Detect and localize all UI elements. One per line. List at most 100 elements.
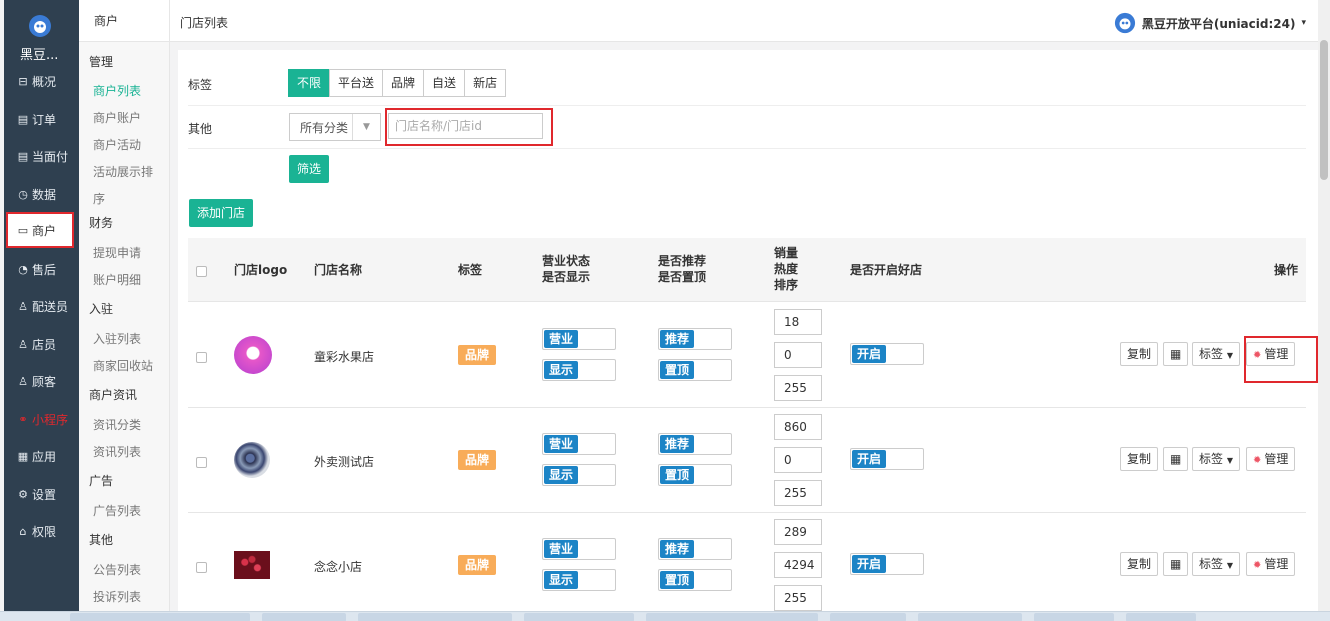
taskbar-tab[interactable] [262,613,346,621]
divider [188,105,1306,106]
taskbar-tab[interactable] [524,613,634,621]
scrollbar-thumb[interactable] [1320,40,1328,180]
sales-input[interactable]: 18 [774,309,822,335]
link-activity-sort-cont[interactable]: 序 [93,190,105,207]
platform-switcher[interactable]: 黑豆开放平台(uniacid:24) ▾ [1114,12,1306,34]
taskbar-tab[interactable] [918,613,1022,621]
sort-input[interactable]: 255 [774,375,822,401]
link-notice-list[interactable]: 公告列表 [93,561,141,578]
qrcode-icon[interactable]: ▦ [1163,342,1189,366]
show-toggle[interactable]: 显示 [542,464,616,486]
manage-button[interactable]: ✹ 管理 [1246,447,1296,471]
link-ads-list[interactable]: 广告列表 [93,502,141,519]
col-name: 门店名称 [314,263,363,277]
top-toggle[interactable]: 置顶 [658,464,732,486]
recommend-toggle[interactable]: 推荐 [658,328,732,350]
tag-option-platform[interactable]: 平台送 [329,69,384,97]
heat-input[interactable]: 0 [774,447,822,473]
manage-label: 管理 [1264,557,1289,571]
tag-dropdown-button[interactable]: 标签 ▼ [1192,342,1240,366]
category-select[interactable]: 所有分类 ▼ [289,113,381,141]
taskbar-tab[interactable] [70,613,250,621]
tag-option-self[interactable]: 自送 [423,69,466,97]
taskbar-tab[interactable] [646,613,818,621]
copy-button[interactable]: 复制 [1120,342,1159,366]
nav-apps[interactable]: ▦ 应用 [4,442,79,470]
heat-input[interactable]: 0 [774,342,822,368]
link-account-detail[interactable]: 账户明细 [93,271,141,288]
filter-button[interactable]: 筛选 [289,155,330,183]
add-store-button[interactable]: 添加门店 [189,199,254,227]
sales-input[interactable]: 860 [774,414,822,440]
vertical-scrollbar[interactable] [1318,0,1330,612]
qrcode-icon[interactable]: ▦ [1163,552,1189,576]
nav-after-sale[interactable]: ◔ 售后 [4,255,79,283]
face-pay-icon: ▤ [17,149,29,163]
nav-label: 概况 [32,74,57,89]
taskbar-tab[interactable] [1126,613,1196,621]
nav-permissions[interactable]: ⌂ 权限 [4,517,79,545]
link-withdraw[interactable]: 提现申请 [93,244,141,261]
row-checkbox[interactable] [196,352,207,363]
link-merchant-list[interactable]: 商户列表 [93,82,141,99]
tag-option-brand[interactable]: 品牌 [382,69,425,97]
top-toggle[interactable]: 置顶 [658,569,732,591]
row-checkbox[interactable] [196,457,207,468]
copy-button[interactable]: 复制 [1120,447,1159,471]
category-select-value: 所有分类 [300,120,349,135]
taskbar-tab[interactable] [830,613,906,621]
nav-courier[interactable]: ♙ 配送员 [4,292,79,320]
row-checkbox[interactable] [196,562,207,573]
link-merchant-activity[interactable]: 商户活动 [93,136,141,153]
nav-merchant[interactable]: ▭ 商户 [6,212,74,248]
store-logo [234,551,270,579]
select-all-checkbox[interactable] [196,266,207,277]
sales-input[interactable]: 289 [774,519,822,545]
nav-customer[interactable]: ♙ 顾客 [4,367,79,395]
good-store-toggle[interactable]: 开启 [850,343,924,365]
tag-option-all[interactable]: 不限 [288,69,331,97]
nav-label: 店员 [32,337,57,352]
good-store-toggle[interactable]: 开启 [850,448,924,470]
nav-data[interactable]: ◷ 数据 [4,180,79,208]
link-join-list[interactable]: 入驻列表 [93,330,141,347]
tag-dropdown-button[interactable]: 标签 ▼ [1192,552,1240,576]
link-activity-sort[interactable]: 活动展示排 [93,163,153,180]
manage-button[interactable]: ✹ 管理 [1246,552,1296,576]
business-toggle[interactable]: 营业 [542,538,616,560]
chevron-down-icon: ▼ [1226,456,1233,465]
nav-clerk[interactable]: ♙ 店员 [4,330,79,358]
show-toggle[interactable]: 显示 [542,569,616,591]
nav-settings[interactable]: ⚙ 设置 [4,480,79,508]
tag-option-new[interactable]: 新店 [464,69,507,97]
link-complaint-list[interactable]: 投诉列表 [93,588,141,605]
taskbar-tab[interactable] [358,613,512,621]
heat-input[interactable]: 4294 [774,552,822,578]
brand-badge: 品牌 [458,555,496,575]
col-actions: 操作 [1274,263,1299,277]
link-merchant-recycle[interactable]: 商家回收站 [93,357,153,374]
business-toggle[interactable]: 营业 [542,328,616,350]
copy-button[interactable]: 复制 [1120,552,1159,576]
nav-orders[interactable]: ▤ 订单 [4,105,79,133]
sort-input[interactable]: 255 [774,480,822,506]
business-toggle[interactable]: 营业 [542,433,616,455]
good-store-toggle[interactable]: 开启 [850,553,924,575]
taskbar-tab[interactable] [1034,613,1114,621]
recommend-toggle[interactable]: 推荐 [658,538,732,560]
tag-dropdown-button[interactable]: 标签 ▼ [1192,447,1240,471]
show-toggle[interactable]: 显示 [542,359,616,381]
nav-label: 小程序 [32,412,69,427]
nav-face-pay[interactable]: ▤ 当面付 [4,142,79,170]
link-merchant-account[interactable]: 商户账户 [93,109,141,126]
top-toggle[interactable]: 置顶 [658,359,732,381]
nav-mini-program[interactable]: ⚭ 小程序 [4,405,79,433]
sort-input[interactable]: 255 [774,585,822,611]
divider [188,148,1306,149]
recommend-toggle[interactable]: 推荐 [658,433,732,455]
nav-overview[interactable]: ⊟ 概况 [4,67,79,95]
qrcode-icon[interactable]: ▦ [1163,447,1189,471]
link-news-list[interactable]: 资讯列表 [93,443,141,460]
link-news-category[interactable]: 资讯分类 [93,416,141,433]
toggle-label: 开启 [852,450,886,468]
